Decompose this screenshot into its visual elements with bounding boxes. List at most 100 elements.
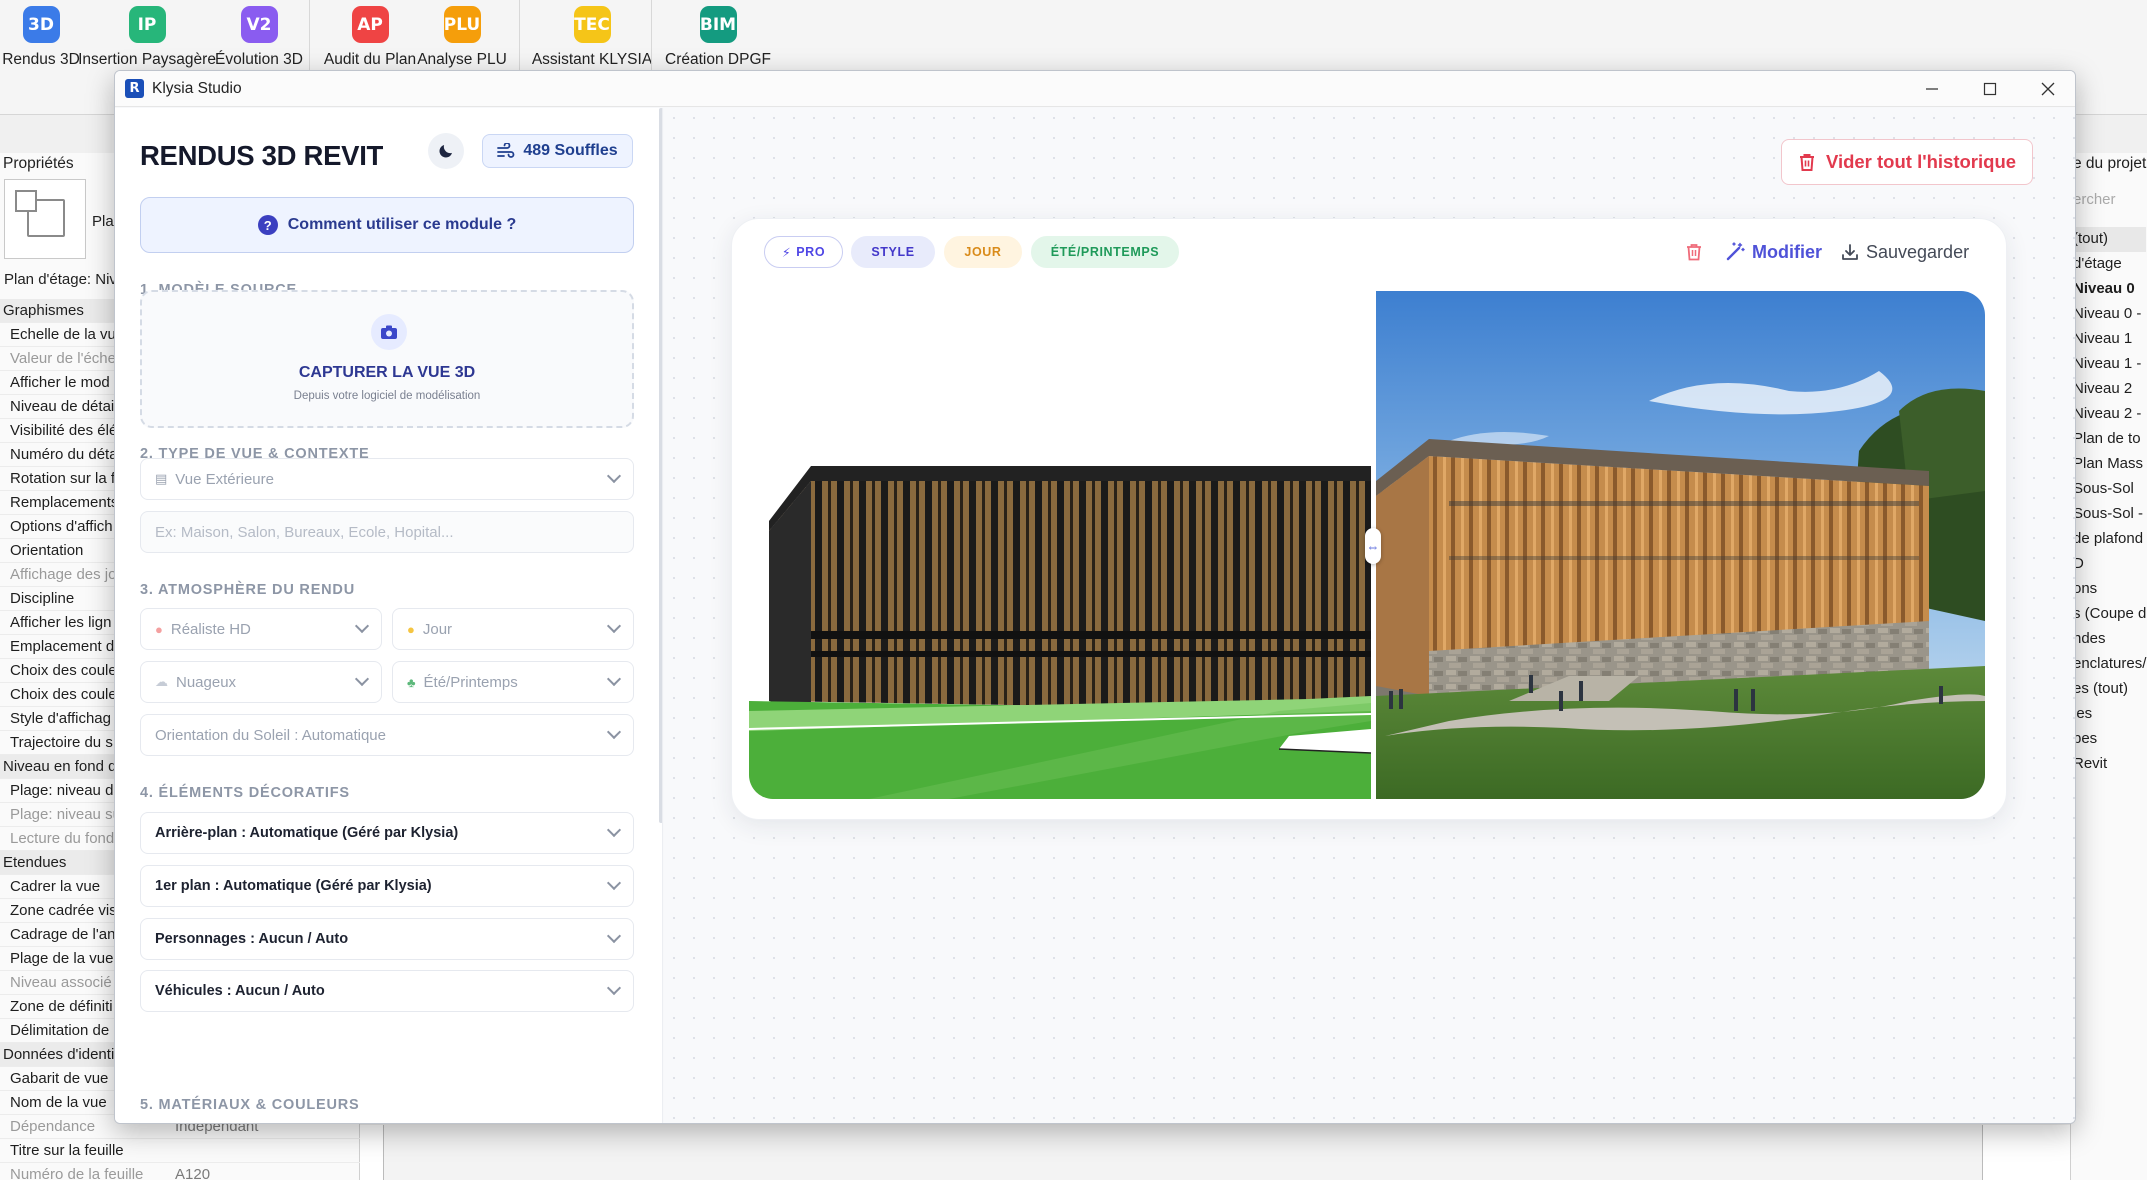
render-history-area: Vider tout l'historique ⚡ PRO STYLE JOUR … xyxy=(664,108,2075,1123)
theme-toggle-button[interactable] xyxy=(428,133,464,169)
minimize-button[interactable] xyxy=(1903,71,1961,107)
type-selector-thumbnail[interactable] xyxy=(4,179,86,259)
save-render-button[interactable]: Sauvegarder xyxy=(1841,236,1969,268)
close-button[interactable] xyxy=(2019,71,2075,107)
render-style-select[interactable]: ● Réaliste HD xyxy=(140,608,382,650)
close-icon xyxy=(2041,82,2055,96)
section-decor: 4. ÉLÉMENTS DÉCORATIFS xyxy=(140,785,350,801)
time-of-day-select[interactable]: ● Jour xyxy=(392,608,634,650)
browser-tree-item[interactable]: Plan Mass xyxy=(2071,452,2146,477)
project-browser-search[interactable]: ercher xyxy=(2073,191,2116,208)
property-label: Plage: niveau de xyxy=(10,782,122,799)
weather-select[interactable]: ☁ Nuageux xyxy=(140,661,382,703)
property-label: Zone cadrée vis xyxy=(10,902,117,919)
help-button[interactable]: ? Comment utiliser ce module ? xyxy=(140,197,634,253)
chevron-down-icon xyxy=(354,618,370,634)
foreground-select[interactable]: 1er plan : Automatique (Géré par Klysia) xyxy=(140,865,634,907)
season-select[interactable]: ♣ Été/Printemps xyxy=(392,661,634,703)
ribbon-button-tec[interactable]: TEC Assistant KLYSIA xyxy=(532,0,652,72)
panel-scrollbar[interactable] xyxy=(659,108,662,823)
section-materials: 5. MATÉRIAUX & COULEURS xyxy=(140,1097,360,1113)
background-select[interactable]: Arrière-plan : Automatique (Géré par Kly… xyxy=(140,812,634,854)
leaf-icon: ♣ xyxy=(407,674,416,690)
ribbon-button-label: Création DPGF xyxy=(665,51,771,68)
capture-subtitle: Depuis votre logiciel de modélisation xyxy=(293,390,481,402)
browser-tree-item[interactable]: Plan de to xyxy=(2071,427,2146,452)
background-value: Arrière-plan : Automatique (Géré par Kly… xyxy=(155,825,459,841)
ai-render-image xyxy=(1376,291,1985,799)
camera-icon xyxy=(371,314,407,350)
browser-tree-item[interactable]: de plafond xyxy=(2071,527,2146,552)
property-label: Plage: niveau su xyxy=(10,806,121,823)
property-label: Graphismes xyxy=(3,302,84,319)
browser-tree-item[interactable]: enclatures/ xyxy=(2071,652,2146,677)
browser-tree-item[interactable]: D xyxy=(2071,552,2146,577)
maximize-button[interactable] xyxy=(1961,71,2019,107)
property-label: Trajectoire du s xyxy=(10,734,113,751)
view-type-selector[interactable]: Plan d'étage: Niv xyxy=(4,271,117,288)
klysia-studio-window: R Klysia Studio RENDUS 3D REVIT 489 Souf… xyxy=(114,70,2076,1124)
ribbon-button-bim[interactable]: BIM Création DPGF xyxy=(658,0,778,72)
capture-view-button[interactable]: CAPTURER LA VUE 3D Depuis votre logiciel… xyxy=(140,290,634,428)
browser-tree-item[interactable]: Niveau 0 xyxy=(2071,277,2146,302)
browser-tree-item[interactable]: les xyxy=(2071,702,2146,727)
tec-module-icon: TEC xyxy=(573,6,611,43)
vehicles-select[interactable]: Véhicules : Aucun / Auto xyxy=(140,970,634,1012)
credits-badge[interactable]: 489 Souffles xyxy=(482,134,633,168)
browser-tree-item[interactable]: s (Coupe d xyxy=(2071,602,2146,627)
chevron-down-icon xyxy=(606,875,622,891)
property-label: Délimitation de xyxy=(10,1022,110,1039)
sun-orientation-select[interactable]: Orientation du Soleil : Automatique xyxy=(140,714,634,756)
question-icon: ? xyxy=(257,215,278,235)
browser-tree-item[interactable]: Revit xyxy=(2071,752,2146,777)
ribbon-separator xyxy=(519,0,520,70)
browser-tree-item[interactable]: Sous-Sol - xyxy=(2071,502,2146,527)
property-label: Rotation sur la f xyxy=(10,470,116,487)
browser-tree-item[interactable]: Niveau 1 - xyxy=(2071,352,2146,377)
browser-tree-item[interactable]: ndes xyxy=(2071,627,2146,652)
delete-render-button[interactable] xyxy=(1686,236,1702,268)
property-row[interactable]: Numéro de la feuille A120 xyxy=(0,1163,360,1180)
render-style-value: Réaliste HD xyxy=(170,620,251,638)
window-title: Klysia Studio xyxy=(152,80,242,97)
ribbon-button-label: Rendus 3D xyxy=(2,51,80,68)
property-label: Valeur de l'éche xyxy=(10,350,116,367)
3d-module-icon: 3D xyxy=(22,6,60,43)
trash-icon xyxy=(1799,153,1814,171)
browser-tree-item[interactable]: Sous-Sol xyxy=(2071,477,2146,502)
properties-title: Propriétés xyxy=(3,155,74,172)
edit-render-label: Modifier xyxy=(1752,241,1822,262)
browser-tree-item[interactable]: pes xyxy=(2071,727,2146,752)
settings-panel: RENDUS 3D REVIT 489 Souffles ? Comment u… xyxy=(115,108,663,1123)
browser-tree-item[interactable]: es (tout) xyxy=(2071,677,2146,702)
chevron-down-icon xyxy=(354,671,370,687)
weather-value: Nuageux xyxy=(176,673,237,691)
property-label: Discipline xyxy=(10,590,75,607)
property-label: Lecture du fond xyxy=(10,830,115,847)
property-label: Choix des coule xyxy=(10,662,117,679)
before-after-comparison[interactable]: ⇔ xyxy=(749,291,1985,799)
ribbon-button-ip[interactable]: IP Insertion Paysagère xyxy=(78,0,216,72)
people-select[interactable]: Personnages : Aucun / Auto xyxy=(140,918,634,960)
ribbon-button-plu[interactable]: PLU Analyse PLU xyxy=(402,0,522,72)
browser-tree-item[interactable]: Niveau 0 - xyxy=(2071,302,2146,327)
browser-tree-item[interactable]: Niveau 1 xyxy=(2071,327,2146,352)
browser-tree-item[interactable]: (tout) xyxy=(2071,227,2147,252)
property-label: Emplacement d xyxy=(10,638,115,655)
clear-history-button[interactable]: Vider tout l'historique xyxy=(1781,139,2033,185)
context-input[interactable]: Ex: Maison, Salon, Bureaux, Ecole, Hopit… xyxy=(140,511,634,553)
browser-tree-item[interactable]: Niveau 2 - xyxy=(2071,402,2146,427)
chevron-down-icon xyxy=(606,980,622,996)
ribbon-button-label: Insertion Paysagère xyxy=(78,51,216,68)
ribbon-button-v2[interactable]: V2 Évolution 3D xyxy=(199,0,319,72)
browser-tree-item[interactable]: Niveau 2 xyxy=(2071,377,2146,402)
comparison-slider-handle[interactable]: ⇔ xyxy=(1365,528,1381,564)
browser-tree-item[interactable]: d'étage xyxy=(2071,252,2146,277)
property-row[interactable]: Titre sur la feuille xyxy=(0,1139,360,1163)
property-label: Niveau en fond d xyxy=(3,758,117,775)
view-type-select[interactable]: ▤ Vue Extérieure xyxy=(140,458,634,500)
edit-render-button[interactable]: Modifier xyxy=(1725,236,1822,268)
property-label: Zone de définiti xyxy=(10,998,113,1015)
browser-tree-item[interactable]: ons xyxy=(2071,577,2146,602)
sun-icon: ● xyxy=(407,621,415,637)
